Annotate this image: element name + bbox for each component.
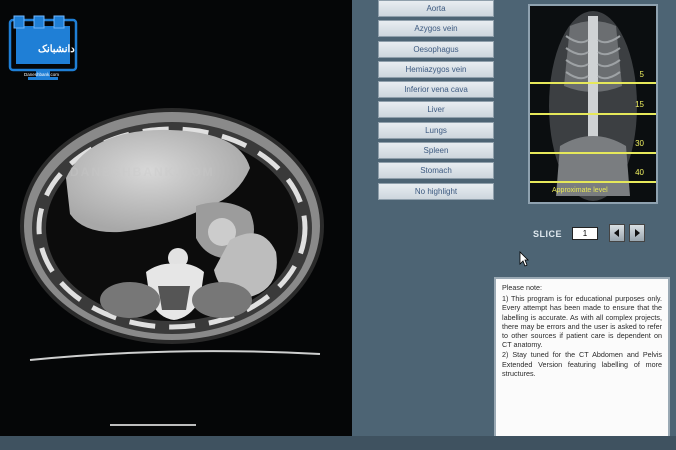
slice-number-field[interactable]	[572, 227, 598, 240]
logo: دانشبانک Daneshbank.com	[6, 14, 82, 84]
structure-button-inferior-vena-cava[interactable]: Inferior vena cava	[378, 81, 494, 99]
level-label-40: 40	[635, 168, 644, 177]
structure-button-hemiazygos-vein[interactable]: Hemiazygos vein	[378, 60, 494, 78]
mouse-pointer-icon	[519, 251, 529, 267]
level-label-5: 5	[639, 70, 644, 79]
level-line-40	[530, 181, 656, 183]
note-title: Please note:	[502, 283, 542, 292]
level-label-30: 30	[635, 139, 644, 148]
structure-button-azygos-vein[interactable]: Azygos vein	[378, 20, 494, 38]
no-highlight-button[interactable]: No highlight	[378, 182, 494, 200]
approximate-level-caption: Approximate level	[552, 187, 608, 194]
slice-label: SLICE	[533, 229, 563, 239]
level-label-15: 15	[635, 100, 644, 109]
previous-slice-button[interactable]	[609, 224, 625, 242]
level-line-15	[530, 113, 656, 115]
disclaimer-note: Please note: 1) This program is for educ…	[494, 277, 670, 445]
logo-subtext: Daneshbank.com	[24, 72, 60, 77]
structure-button-lungs[interactable]: Lungs	[378, 121, 494, 139]
next-slice-button[interactable]	[629, 224, 645, 242]
note-paragraph: 2) Stay tuned for the CT Abdomen and Pel…	[502, 350, 662, 378]
structure-button-aorta[interactable]: Aorta	[378, 0, 494, 17]
level-line-30	[530, 152, 656, 154]
arrow-right-icon	[635, 229, 640, 237]
structure-button-stomach[interactable]: Stomach	[378, 162, 494, 180]
logo-text: دانشبانک	[38, 44, 75, 55]
structure-button-oesophagus[interactable]: Oesophagus	[378, 40, 494, 58]
level-line-5	[530, 82, 656, 84]
arrow-left-icon	[614, 229, 619, 237]
bottom-strip	[0, 436, 676, 450]
structure-button-spleen[interactable]: Spleen	[378, 142, 494, 160]
note-paragraph: 1) This program is for educational purpo…	[502, 294, 662, 350]
structure-button-list: Aorta Azygos vein Oesophagus Hemiazygos …	[378, 0, 496, 203]
ct-image-viewer[interactable]: DANESHBANK.COM دانشبانک Daneshbank.com	[0, 0, 352, 436]
structure-button-liver[interactable]: Liver	[378, 101, 494, 119]
watermark: DANESHBANK.COM	[70, 165, 215, 179]
scout-image[interactable]: 5 15 30 40 Approximate level	[528, 4, 658, 204]
